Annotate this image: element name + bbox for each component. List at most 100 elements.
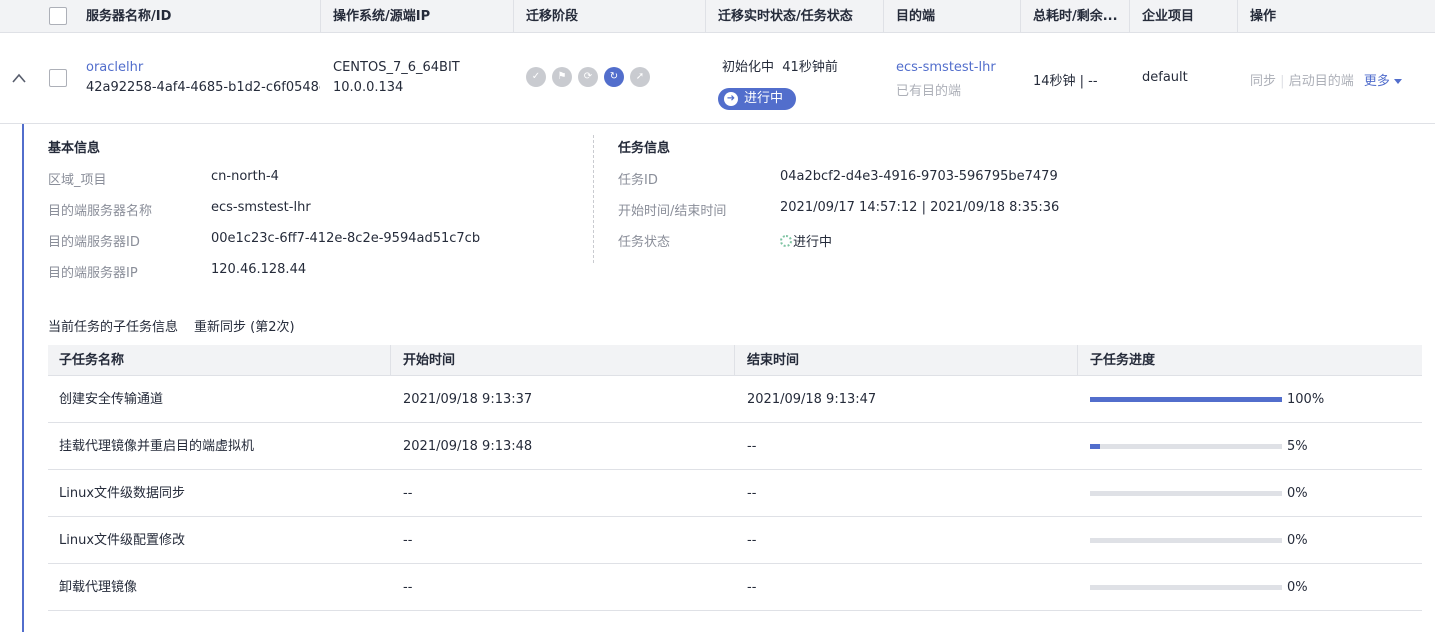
row-actions: 同步 | 启动目的端 更多 (1250, 70, 1402, 89)
col-stage[interactable]: 迁移阶段 (526, 0, 578, 33)
sync-action[interactable]: 同步 (1250, 74, 1276, 89)
subtask-end: -- (747, 533, 757, 548)
progress-label: 0% (1287, 580, 1308, 595)
region-label: 区域_项目 (48, 173, 107, 188)
check-icon: ✓ (526, 67, 546, 87)
realtime-status: 初始化中 41秒钟前 (722, 60, 838, 75)
subtask-col-start: 开始时间 (403, 353, 456, 368)
subtask-name: Linux文件级数据同步 (59, 486, 186, 501)
subtask-start: -- (403, 580, 413, 595)
progress-bar (1090, 538, 1282, 543)
server-row: oraclelhr 42a92258-4af4-4685-b1d2-c6f054… (0, 33, 1435, 124)
col-actions: 操作 (1250, 9, 1277, 24)
col-status[interactable]: 迁移实时状态/任务状态 (718, 0, 853, 33)
source-ip: 10.0.0.134 (333, 80, 404, 95)
subtask-end: -- (747, 439, 757, 454)
task-id-label: 任务ID (618, 173, 658, 188)
table-row: Linux文件级数据同步 -- -- 0% (48, 470, 1422, 517)
subtask-start: 2021/09/18 9:13:48 (403, 439, 533, 454)
table-row: 卸载代理镜像 -- -- 0% (48, 564, 1422, 611)
start-target-action[interactable]: 启动目的端 (1289, 74, 1354, 89)
target-name-label: 目的端服务器名称 (48, 204, 153, 219)
subtask-col-end: 结束时间 (747, 353, 800, 368)
col-project[interactable]: 企业项目 (1142, 0, 1194, 33)
os-type: CENTOS_7_6_64BIT (333, 60, 460, 75)
subtask-name: 卸载代理镜像 (59, 580, 138, 595)
task-id-value: 04a2bcf2-d4e3-4916-9703-596795be7479 (780, 169, 1058, 184)
col-divider (1077, 345, 1078, 376)
progress-label: 0% (1287, 533, 1308, 548)
subtask-col-progress: 子任务进度 (1090, 353, 1156, 368)
target-server-link[interactable]: ecs-smstest-lhr (896, 60, 996, 75)
replicate-icon: ⟳ (578, 67, 598, 87)
subtask-end: -- (747, 580, 757, 595)
region-value: cn-north-4 (211, 169, 279, 184)
sync-icon: ↻ (604, 67, 624, 87)
subtask-name: Linux文件级配置修改 (59, 533, 186, 548)
server-name-link[interactable]: oraclelhr (86, 60, 143, 75)
progress-bar (1090, 397, 1282, 402)
subtask-start: -- (403, 486, 413, 501)
subtask-name: 创建安全传输通道 (59, 392, 164, 407)
row-checkbox[interactable] (49, 69, 67, 87)
col-os-ip[interactable]: 操作系统/源端IP (333, 0, 430, 33)
col-divider (1237, 0, 1238, 33)
progress-label: 0% (1287, 486, 1308, 501)
target-id-value: 00e1c23c-6ff7-412e-8c2e-9594ad51c7cb (211, 231, 481, 246)
table-row: 挂载代理镜像并重启目的端虚拟机 2021/09/18 9:13:48 -- 5% (48, 423, 1422, 470)
table-row: 创建安全传输通道 2021/09/18 9:13:37 2021/09/18 9… (48, 376, 1422, 423)
task-status-label: 任务状态 (618, 235, 671, 250)
col-divider (1129, 0, 1130, 33)
flag-icon: ⚑ (552, 67, 572, 87)
basic-info-title: 基本信息 (48, 141, 101, 156)
col-divider (883, 0, 884, 33)
detail-accent-bar (22, 124, 24, 632)
caret-down-icon (1393, 79, 1402, 84)
subtask-start: -- (403, 533, 413, 548)
task-time-label: 开始时间/结束时间 (618, 204, 727, 219)
progress-fill (1090, 397, 1282, 402)
task-time-value: 2021/09/17 14:57:12 | 2021/09/18 8:35:36 (780, 200, 1060, 215)
subtask-end: -- (747, 486, 757, 501)
select-all-checkbox[interactable] (49, 7, 67, 25)
progress-label: 5% (1287, 439, 1308, 454)
task-status-value: 进行中 (780, 231, 832, 250)
subtask-col-name: 子任务名称 (59, 353, 125, 368)
info-divider (593, 135, 594, 263)
col-divider (320, 0, 321, 33)
target-ip-label: 目的端服务器IP (48, 266, 138, 281)
target-note: 已有目的端 (896, 84, 962, 99)
subtask-name: 挂载代理镜像并重启目的端虚拟机 (59, 439, 255, 454)
target-name-value: ecs-smstest-lhr (211, 200, 311, 215)
col-server-name[interactable]: 服务器名称/ID (86, 0, 171, 33)
rocket-icon: ➚ (630, 67, 650, 87)
subtask-table-header: 子任务名称 开始时间 结束时间 子任务进度 (48, 345, 1422, 376)
duration: 14秒钟 | -- (1033, 74, 1098, 89)
target-ip-value: 120.46.128.44 (211, 262, 307, 277)
progress-bar (1090, 491, 1282, 496)
col-divider (513, 0, 514, 33)
subtask-section-title: 当前任务的子任务信息 (48, 320, 179, 335)
arrow-right-icon: ➜ (724, 92, 738, 106)
resync-link[interactable]: 重新同步 (第2次) (194, 316, 295, 335)
col-divider (1020, 0, 1021, 33)
subtask-end: 2021/09/18 9:13:47 (747, 392, 877, 407)
progress-bar (1090, 585, 1282, 590)
table-row: Linux文件级配置修改 -- -- 0% (48, 517, 1422, 564)
col-divider (705, 0, 706, 33)
col-target[interactable]: 目的端 (896, 0, 935, 33)
task-status-badge: ➜ 进行中 (718, 88, 796, 110)
table-header: 服务器名称/ID 操作系统/源端IP 迁移阶段 迁移实时状态/任务状态 目的端 … (0, 0, 1435, 33)
task-info-title: 任务信息 (618, 141, 671, 156)
target-id-label: 目的端服务器ID (48, 235, 140, 250)
col-divider (390, 345, 391, 376)
progress-fill (1090, 444, 1100, 449)
more-dropdown[interactable]: 更多 (1364, 74, 1402, 89)
col-divider (734, 345, 735, 376)
collapse-chevron-icon[interactable] (12, 73, 26, 83)
subtask-start: 2021/09/18 9:13:37 (403, 392, 533, 407)
loading-spinner-icon (780, 235, 792, 247)
progress-bar (1090, 444, 1282, 449)
col-duration[interactable]: 总耗时/剩余... (1033, 0, 1118, 33)
progress-label: 100% (1287, 392, 1325, 407)
